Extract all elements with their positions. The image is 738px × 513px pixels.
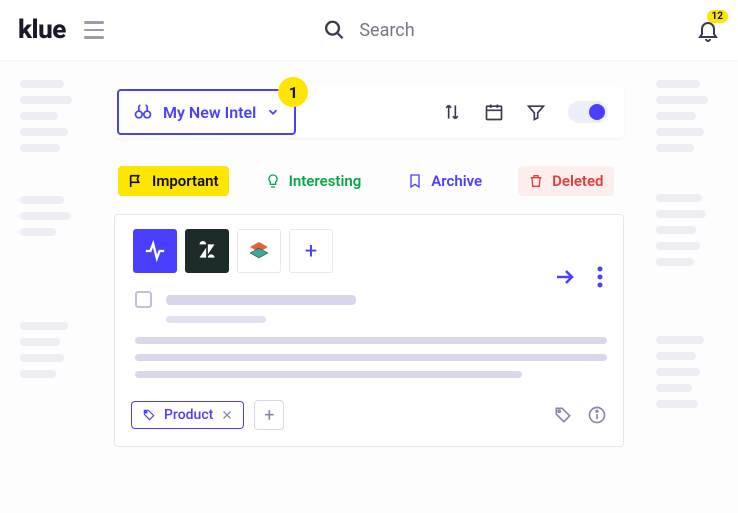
filter-deleted[interactable]: Deleted [518,166,613,196]
tag-chip-label: Product [164,407,213,423]
tour-step-badge: 1 [278,77,308,107]
text-line [135,337,607,344]
filter-archive-label: Archive [431,172,482,190]
filter-important-label: Important [152,172,219,190]
title-placeholder [166,295,356,305]
notifications-badge: 12 [707,10,728,23]
add-tag-button[interactable]: + [254,400,284,430]
app-tile-zendesk[interactable] [185,229,229,273]
feed-selector-label: My New Intel [163,103,256,122]
app-tile-stack[interactable] [237,229,281,273]
search-icon [323,19,345,41]
tag-icon[interactable] [553,405,573,425]
filter-icon[interactable] [526,102,546,122]
filter-interesting-label: Interesting [289,172,362,190]
text-line [135,371,522,378]
topbar: klue Search 12 [0,0,738,60]
text-line [135,354,607,361]
filter-interesting[interactable]: Interesting [255,166,372,196]
select-checkbox[interactable] [135,291,152,308]
filter-important[interactable]: Important [118,166,229,196]
filter-deleted-label: Deleted [552,172,603,190]
feed-selector-dropdown[interactable]: My New Intel 1 [117,89,296,135]
bg-decor-left [20,80,80,386]
chevron-down-icon [266,105,280,119]
search-input[interactable]: Search [323,19,414,41]
brand-logo: klue [18,15,66,45]
status-filters: Important Interesting Archive Deleted [114,166,624,196]
menu-icon[interactable] [84,21,104,39]
bg-decor-right [656,80,716,416]
calendar-icon[interactable] [484,102,504,122]
add-source-button[interactable]: + [289,229,333,273]
source-apps: + [131,229,607,273]
toggle-knob [589,104,605,120]
remove-tag-icon[interactable] [221,409,233,421]
binoculars-icon [133,102,153,122]
view-toggle[interactable] [568,101,608,123]
sort-icon[interactable] [442,102,462,122]
intel-card: + Product [114,214,624,447]
search-placeholder: Search [359,20,414,41]
feed-toolbar: My New Intel 1 [114,86,624,138]
filter-archive[interactable]: Archive [397,166,492,196]
info-icon[interactable] [587,405,607,425]
open-arrow-icon[interactable] [553,265,577,289]
app-tile-activity[interactable] [133,229,177,273]
notifications-button[interactable]: 12 [696,18,720,42]
tag-chip-product[interactable]: Product [131,401,244,429]
more-menu-icon[interactable] [597,266,603,288]
subtitle-placeholder [166,316,266,323]
